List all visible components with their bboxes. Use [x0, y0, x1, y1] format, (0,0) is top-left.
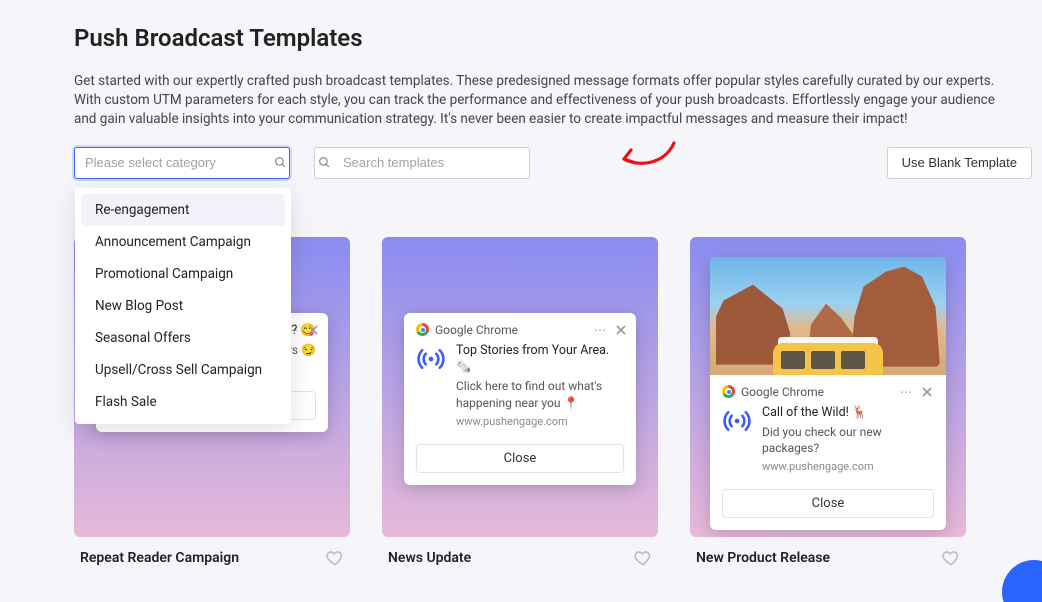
chrome-icon — [416, 323, 429, 336]
notif-desc: Did you check our new packages? — [762, 424, 934, 456]
card-title: News Update — [388, 550, 471, 566]
annotation-arrow-icon — [616, 137, 678, 175]
close-icon[interactable] — [308, 325, 318, 335]
close-icon[interactable] — [616, 325, 626, 335]
notif-app: Google Chrome — [435, 323, 518, 337]
category-input[interactable] — [75, 155, 271, 170]
notif-site: www.pushengage.com — [456, 415, 624, 430]
notif-close-button[interactable]: Close — [416, 444, 624, 473]
page-title: Push Broadcast Templates — [74, 24, 1042, 52]
page-description: Get started with our expertly crafted pu… — [74, 72, 1014, 129]
search-icon — [271, 156, 289, 169]
search-templates[interactable] — [314, 147, 530, 179]
notif-app: Google Chrome — [741, 385, 824, 399]
dropdown-item-announcement[interactable]: Announcement Campaign — [81, 226, 285, 258]
broadcast-icon — [416, 343, 446, 430]
notification-preview: ⋯ Google Chrome Top St — [404, 313, 636, 485]
dropdown-item-re-engagement[interactable]: Re-engagement — [81, 194, 285, 226]
notif-close-button[interactable]: Close — [722, 489, 934, 518]
notif-site: www.pushengage.com — [762, 460, 934, 475]
search-icon — [315, 156, 333, 169]
notif-title: Top Stories from Your Area. 🗞️ — [456, 343, 624, 377]
close-icon[interactable] — [922, 387, 932, 397]
dropdown-item-seasonal[interactable]: Seasonal Offers — [81, 322, 285, 354]
category-select[interactable]: Re-engagement Announcement Campaign Prom… — [74, 147, 290, 179]
heart-icon[interactable] — [634, 549, 652, 567]
template-card[interactable]: ⋯ Google Chrome Call o — [690, 237, 966, 537]
dropdown-item-flash-sale[interactable]: Flash Sale — [81, 386, 285, 418]
dropdown-item-upsell[interactable]: Upsell/Cross Sell Campaign — [81, 354, 285, 386]
card-title: Repeat Reader Campaign — [80, 550, 239, 566]
controls-row: Re-engagement Announcement Campaign Prom… — [74, 147, 1042, 179]
more-icon[interactable]: ⋯ — [594, 323, 606, 337]
category-dropdown: Re-engagement Announcement Campaign Prom… — [75, 188, 291, 424]
heart-icon[interactable] — [942, 549, 960, 567]
chrome-icon — [722, 385, 735, 398]
more-icon[interactable]: ⋯ — [900, 385, 912, 399]
notification-preview: ⋯ Google Chrome Call o — [710, 257, 946, 530]
search-input[interactable] — [333, 155, 529, 170]
heart-icon[interactable] — [326, 549, 344, 567]
broadcast-icon — [722, 405, 752, 475]
template-card[interactable]: ⋯ Google Chrome Top St — [382, 237, 658, 537]
hero-image — [710, 257, 946, 375]
card-title: New Product Release — [696, 550, 830, 566]
use-blank-template-button[interactable]: Use Blank Template — [887, 147, 1032, 179]
notif-title: Call of the Wild! 🦌 — [762, 405, 934, 422]
notif-desc: Click here to find out what's happening … — [456, 378, 624, 410]
dropdown-item-promotional[interactable]: Promotional Campaign — [81, 258, 285, 290]
dropdown-item-new-blog[interactable]: New Blog Post — [81, 290, 285, 322]
